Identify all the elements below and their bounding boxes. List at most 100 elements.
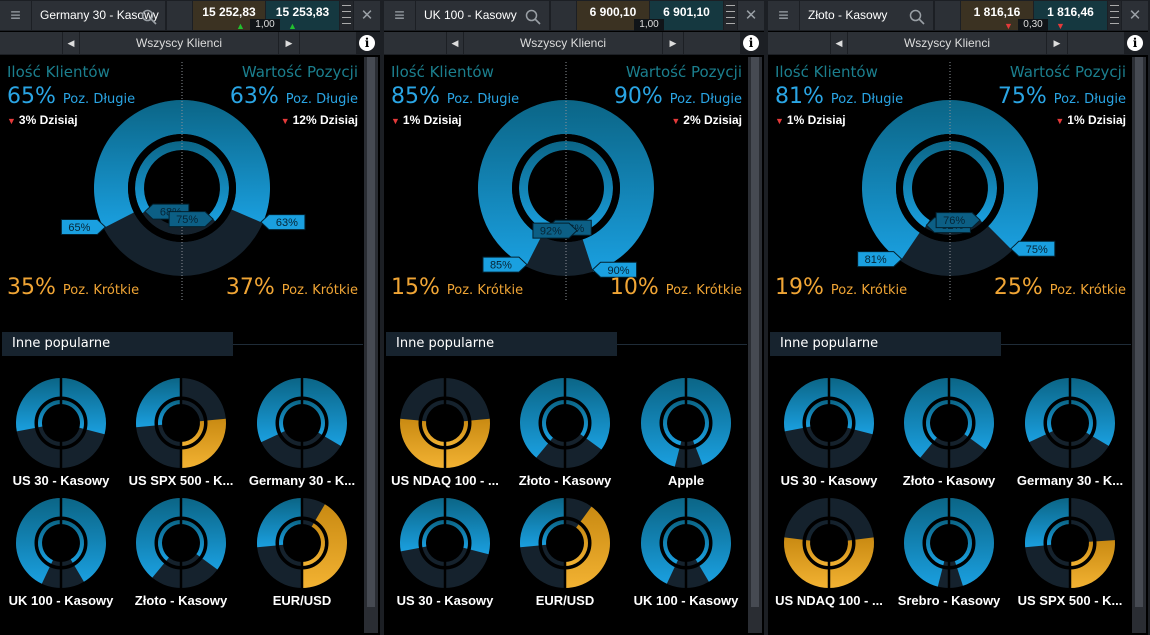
clients-long-percent: 81% Poz. Długie xyxy=(775,84,903,109)
clients-now-tag-text: 81% xyxy=(865,254,887,266)
value-long-label: Poz. Długie xyxy=(669,92,742,107)
value-change-value: 12% xyxy=(292,113,317,127)
popular-instrument-donut[interactable] xyxy=(135,377,227,469)
scrollbar[interactable] xyxy=(748,57,762,633)
clients-change-value: 1% xyxy=(786,113,805,127)
value-short-label: Poz. Krótkie xyxy=(665,283,742,298)
clients-short-label: Poz. Krótkie xyxy=(446,283,524,298)
popular-heading: Inne popularne xyxy=(2,332,233,356)
value-heading: Wartość Pozycji xyxy=(241,63,358,81)
value-today-label: Dzisiaj xyxy=(703,113,742,127)
popular-instrument-donut[interactable] xyxy=(15,497,107,589)
popular-instrument-name[interactable]: UK 100 - Kasowy xyxy=(626,593,746,608)
popular-instrument-name[interactable]: Złoto - Kasowy xyxy=(889,473,1009,488)
popular-instrument-name[interactable]: Złoto - Kasowy xyxy=(505,473,625,488)
value-now-tag: 63% xyxy=(260,214,306,231)
down-arrow-icon: ▼ xyxy=(7,116,16,126)
down-arrow-icon: ▼ xyxy=(671,116,681,126)
value-long-value: 63% xyxy=(229,84,279,109)
clients-today-change: ▼ 1% Dzisiaj xyxy=(391,113,462,127)
popular-instrument-donut[interactable] xyxy=(784,497,874,589)
instrument-panel: ≡ Złoto - Kasowy 1 816,16 1 816,46 0,30 ▼ ▼ ✕ ◀ W… xyxy=(768,0,1148,635)
clients-now-tag: 81% xyxy=(857,251,903,268)
clients-short-percent: 35% Poz. Krótkie xyxy=(7,275,139,300)
popular-instrument-donut[interactable] xyxy=(1025,497,1115,589)
section-divider xyxy=(233,344,363,345)
clients-long-value: 65% xyxy=(7,84,56,109)
popular-instrument-donut[interactable] xyxy=(641,497,732,589)
value-prev-tag: 75% xyxy=(168,211,214,228)
popular-instrument-name[interactable]: US 30 - Kasowy xyxy=(1,473,121,488)
popular-instrument-donut[interactable] xyxy=(520,497,610,589)
spread-value: 1,00 xyxy=(250,19,280,31)
clients-today-change: ▼ 3% Dzisiaj xyxy=(7,113,78,127)
popular-instrument-name[interactable]: US NDAQ 100 - ... xyxy=(385,473,505,488)
popular-instrument-name[interactable]: US NDAQ 100 - ... xyxy=(769,593,889,608)
value-short-percent: 25% Poz. Krótkie xyxy=(994,275,1126,300)
down-arrow-icon: ▼ xyxy=(1055,116,1065,126)
clients-long-label: Poz. Długie xyxy=(62,92,136,107)
value-today-change: ▼ 2% Dzisiaj xyxy=(671,113,742,127)
popular-instrument-name[interactable]: US 30 - Kasowy xyxy=(769,473,889,488)
value-long-percent: 90% Poz. Długie xyxy=(614,84,742,109)
popular-instrument-name[interactable]: Germany 30 - K... xyxy=(1010,473,1130,488)
popular-instrument-name[interactable]: US SPX 500 - K... xyxy=(121,473,241,488)
popular-heading: Inne popularne xyxy=(386,332,617,356)
popular-instrument-donut[interactable] xyxy=(520,377,610,469)
value-short-label: Poz. Krótkie xyxy=(1049,283,1126,298)
clients-today-label: Dzisiaj xyxy=(423,113,462,127)
popular-instrument-donut[interactable] xyxy=(257,377,347,469)
popular-instrument-name[interactable]: UK 100 - Kasowy xyxy=(1,593,121,608)
value-long-label: Poz. Długie xyxy=(285,92,358,107)
scrollbar-thumb[interactable] xyxy=(1135,57,1143,607)
scrollbar-thumb[interactable] xyxy=(751,57,759,607)
popular-instrument-donut[interactable] xyxy=(641,377,731,469)
value-long-value: 75% xyxy=(997,84,1047,109)
popular-instrument-name[interactable]: Złoto - Kasowy xyxy=(121,593,241,608)
clients-long-value: 85% xyxy=(391,84,440,109)
clients-long-value: 81% xyxy=(775,84,824,109)
clients-long-percent: 85% Poz. Długie xyxy=(391,84,519,109)
popular-instrument-name[interactable]: US 30 - Kasowy xyxy=(385,593,505,608)
popular-instrument-donut[interactable] xyxy=(1025,377,1115,469)
popular-instrument-name[interactable]: EUR/USD xyxy=(242,593,362,608)
popular-instrument-name[interactable]: Apple xyxy=(626,473,746,488)
value-now-tag: 75% xyxy=(1010,240,1056,257)
value-now-tag-text: 75% xyxy=(1026,244,1048,256)
instrument-panel: ≡ Germany 30 - Kasowy 15 252,83 15 253,83 1,… xyxy=(0,0,380,635)
clients-today-label: Dzisiaj xyxy=(807,113,846,127)
popular-instrument-donut[interactable] xyxy=(16,377,106,469)
popular-instrument-name[interactable]: Germany 30 - K... xyxy=(242,473,362,488)
popular-instrument-donut[interactable] xyxy=(904,377,994,469)
popular-instrument-donut[interactable] xyxy=(400,497,490,589)
popular-instrument-donut[interactable] xyxy=(135,497,226,589)
popular-instrument-donut[interactable] xyxy=(257,497,347,589)
popular-instrument-name[interactable]: Srebro - Kasowy xyxy=(889,593,1009,608)
down-arrow-icon: ▼ xyxy=(391,116,400,126)
clients-change-value: 3% xyxy=(18,113,37,127)
scrollbar[interactable] xyxy=(364,57,378,633)
clients-now-tag-text: 65% xyxy=(68,222,90,234)
value-today-label: Dzisiaj xyxy=(319,113,358,127)
value-short-percent: 10% Poz. Krótkie xyxy=(610,275,742,300)
instrument-panel: ≡ UK 100 - Kasowy 6 900,10 6 901,10 1,00 ✕ ◀ Ws… xyxy=(384,0,764,635)
popular-instrument-donut[interactable] xyxy=(400,377,490,469)
clients-long-percent: 65% Poz. Długie xyxy=(7,84,135,109)
value-prev-tag-text: 92% xyxy=(540,226,562,238)
popular-instrument-donut[interactable] xyxy=(904,497,995,589)
value-prev-tag-text: 75% xyxy=(176,214,198,226)
popular-instrument-donut[interactable] xyxy=(784,377,874,469)
value-today-change: ▼ 1% Dzisiaj xyxy=(1055,113,1126,127)
value-change-value: 1% xyxy=(1067,113,1085,127)
clients-long-label: Poz. Długie xyxy=(830,92,904,107)
value-today-label: Dzisiaj xyxy=(1087,113,1126,127)
value-change-value: 2% xyxy=(683,113,701,127)
popular-instrument-name[interactable]: US SPX 500 - K... xyxy=(1010,593,1130,608)
scrollbar-thumb[interactable] xyxy=(367,57,375,607)
clients-change-value: 1% xyxy=(402,113,421,127)
value-short-value: 25% xyxy=(993,275,1043,300)
popular-instrument-name[interactable]: EUR/USD xyxy=(505,593,625,608)
clients-short-value: 35% xyxy=(7,275,56,300)
value-long-percent: 63% Poz. Długie xyxy=(230,84,358,109)
scrollbar[interactable] xyxy=(1132,57,1146,633)
